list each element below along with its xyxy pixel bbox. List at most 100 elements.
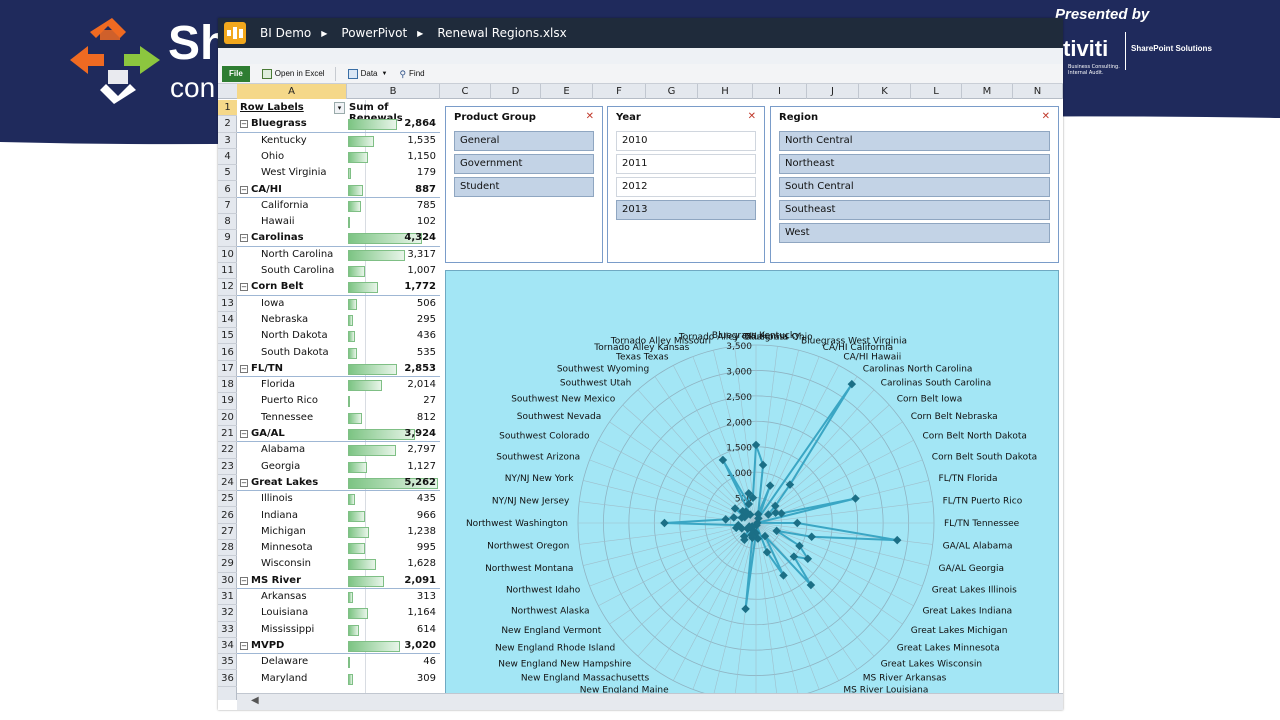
filter-dropdown-icon[interactable]: ▾	[334, 102, 345, 114]
row-header[interactable]: 18	[218, 377, 237, 394]
row-header[interactable]: 3	[218, 133, 237, 149]
column-header-g[interactable]: G	[646, 84, 698, 99]
collapse-icon[interactable]: −	[240, 185, 248, 194]
pivot-row-value: 2,014	[407, 379, 436, 391]
slicer-item-2012[interactable]: 2012	[616, 177, 756, 197]
row-header[interactable]: 19	[218, 393, 237, 410]
row-header[interactable]: 17	[218, 361, 237, 378]
pivot-row-value: 179	[416, 167, 436, 179]
column-header-h[interactable]: H	[698, 84, 753, 99]
row-header[interactable]: 31	[218, 589, 237, 606]
row-header[interactable]: 27	[218, 524, 237, 541]
slicer-item-student[interactable]: Student	[454, 177, 594, 197]
radar-category-label: Northwest Washington	[466, 519, 568, 529]
column-header-i[interactable]: I	[753, 84, 807, 99]
row-header[interactable]: 21	[218, 426, 237, 443]
row-header[interactable]: 9	[218, 230, 237, 247]
pivot-row-value: 812	[416, 411, 436, 423]
row-header[interactable]: 34	[218, 638, 237, 655]
row-header[interactable]: 28	[218, 540, 237, 557]
column-header-n[interactable]: N	[1013, 84, 1063, 99]
column-header-l[interactable]: L	[911, 84, 962, 99]
open-in-excel-button[interactable]: Open in Excel	[261, 68, 325, 79]
data-bar	[348, 200, 362, 212]
row-header[interactable]: 35	[218, 654, 237, 671]
row-header[interactable]: 6	[218, 182, 237, 198]
collapse-icon[interactable]: −	[240, 576, 248, 585]
row-header[interactable]: 24	[218, 475, 237, 492]
column-header-m[interactable]: M	[962, 84, 1013, 99]
row-header[interactable]: 26	[218, 508, 237, 524]
data-bar	[348, 298, 357, 310]
pivot-row-label: South Carolina	[261, 265, 335, 276]
pivot-item-row: Mississippi 614	[237, 622, 440, 638]
data-menu-button[interactable]: Data ▼	[347, 68, 387, 79]
row-header[interactable]: 22	[218, 442, 237, 459]
row-header[interactable]: 29	[218, 556, 237, 573]
row-header[interactable]: 7	[218, 198, 237, 215]
collapse-icon[interactable]: −	[240, 120, 248, 129]
column-header-d[interactable]: D	[491, 84, 541, 99]
pivot-row-labels-header[interactable]: Row Labels	[240, 102, 304, 113]
row-header[interactable]: 23	[218, 459, 237, 475]
file-tab[interactable]: File	[222, 65, 250, 82]
column-header-k[interactable]: K	[859, 84, 911, 99]
collapse-icon[interactable]: −	[240, 364, 248, 373]
row-header[interactable]: 33	[218, 622, 237, 638]
column-header-j[interactable]: J	[807, 84, 859, 99]
column-header-a[interactable]: A	[237, 84, 347, 99]
row-header[interactable]: 4	[218, 149, 237, 166]
row-header[interactable]: 5	[218, 165, 237, 182]
slicer-item-2011[interactable]: 2011	[616, 154, 756, 174]
radar-category-label: Carolinas South Carolina	[881, 378, 992, 388]
row-header[interactable]: 11	[218, 263, 237, 280]
collapse-icon[interactable]: −	[240, 430, 248, 438]
slicer-item-south-central[interactable]: South Central	[779, 177, 1050, 197]
row-header[interactable]: 10	[218, 247, 237, 263]
slicer-item-west[interactable]: West	[779, 223, 1050, 243]
clear-filter-icon[interactable]: ✕	[748, 111, 756, 122]
pivot-group-row: − Great Lakes 5,262	[237, 475, 440, 492]
data-bar	[348, 673, 354, 685]
row-header[interactable]: 30	[218, 573, 237, 589]
row-header[interactable]: 32	[218, 605, 237, 622]
clear-filter-icon[interactable]: ✕	[586, 111, 594, 122]
row-header[interactable]: 13	[218, 296, 237, 312]
row-header[interactable]: 2	[218, 116, 237, 133]
data-bar	[348, 608, 368, 620]
column-header-c[interactable]: C	[440, 84, 491, 99]
collapse-icon[interactable]: −	[240, 478, 248, 487]
horizontal-scrollbar[interactable]: ◀	[237, 693, 1063, 710]
slicer-item-2013[interactable]: 2013	[616, 200, 756, 220]
powerpivot-app-icon[interactable]	[224, 22, 246, 44]
slicer-item-northeast[interactable]: Northeast	[779, 154, 1050, 174]
row-header[interactable]: 36	[218, 671, 237, 687]
row-header[interactable]: 20	[218, 410, 237, 426]
row-header[interactable]: 8	[218, 214, 237, 231]
row-header[interactable]: 1	[218, 100, 237, 117]
pivot-group-row: − FL/TN 2,853	[237, 361, 440, 378]
column-header-e[interactable]: E	[541, 84, 593, 99]
clear-filter-icon[interactable]: ✕	[1042, 111, 1050, 122]
find-button[interactable]: ⚲ Find	[399, 69, 424, 79]
slicer-item-2010[interactable]: 2010	[616, 131, 756, 151]
row-header[interactable]: 14	[218, 312, 237, 329]
pivot-item-row: Indiana 966	[237, 508, 440, 524]
collapse-icon[interactable]: −	[240, 234, 248, 243]
slicer-item-general[interactable]: General	[454, 131, 594, 151]
row-header[interactable]: 12	[218, 279, 237, 296]
column-header-b[interactable]: B	[347, 84, 440, 99]
collapse-icon[interactable]: −	[240, 283, 248, 292]
row-header[interactable]: 16	[218, 345, 237, 361]
pivot-row-label: Alabama	[261, 444, 306, 456]
column-header-f[interactable]: F	[593, 84, 646, 99]
slicer-item-north-central[interactable]: North Central	[779, 131, 1050, 151]
row-header[interactable]: 15	[218, 328, 237, 345]
row-header[interactable]: 25	[218, 491, 237, 508]
breadcrumb-site[interactable]: BI Demo	[260, 26, 311, 40]
slicer-item-southeast[interactable]: Southeast	[779, 200, 1050, 220]
scroll-left-icon[interactable]: ◀	[251, 695, 259, 706]
collapse-icon[interactable]: −	[240, 641, 248, 650]
breadcrumb-library[interactable]: PowerPivot	[341, 26, 407, 40]
slicer-item-government[interactable]: Government	[454, 154, 594, 174]
